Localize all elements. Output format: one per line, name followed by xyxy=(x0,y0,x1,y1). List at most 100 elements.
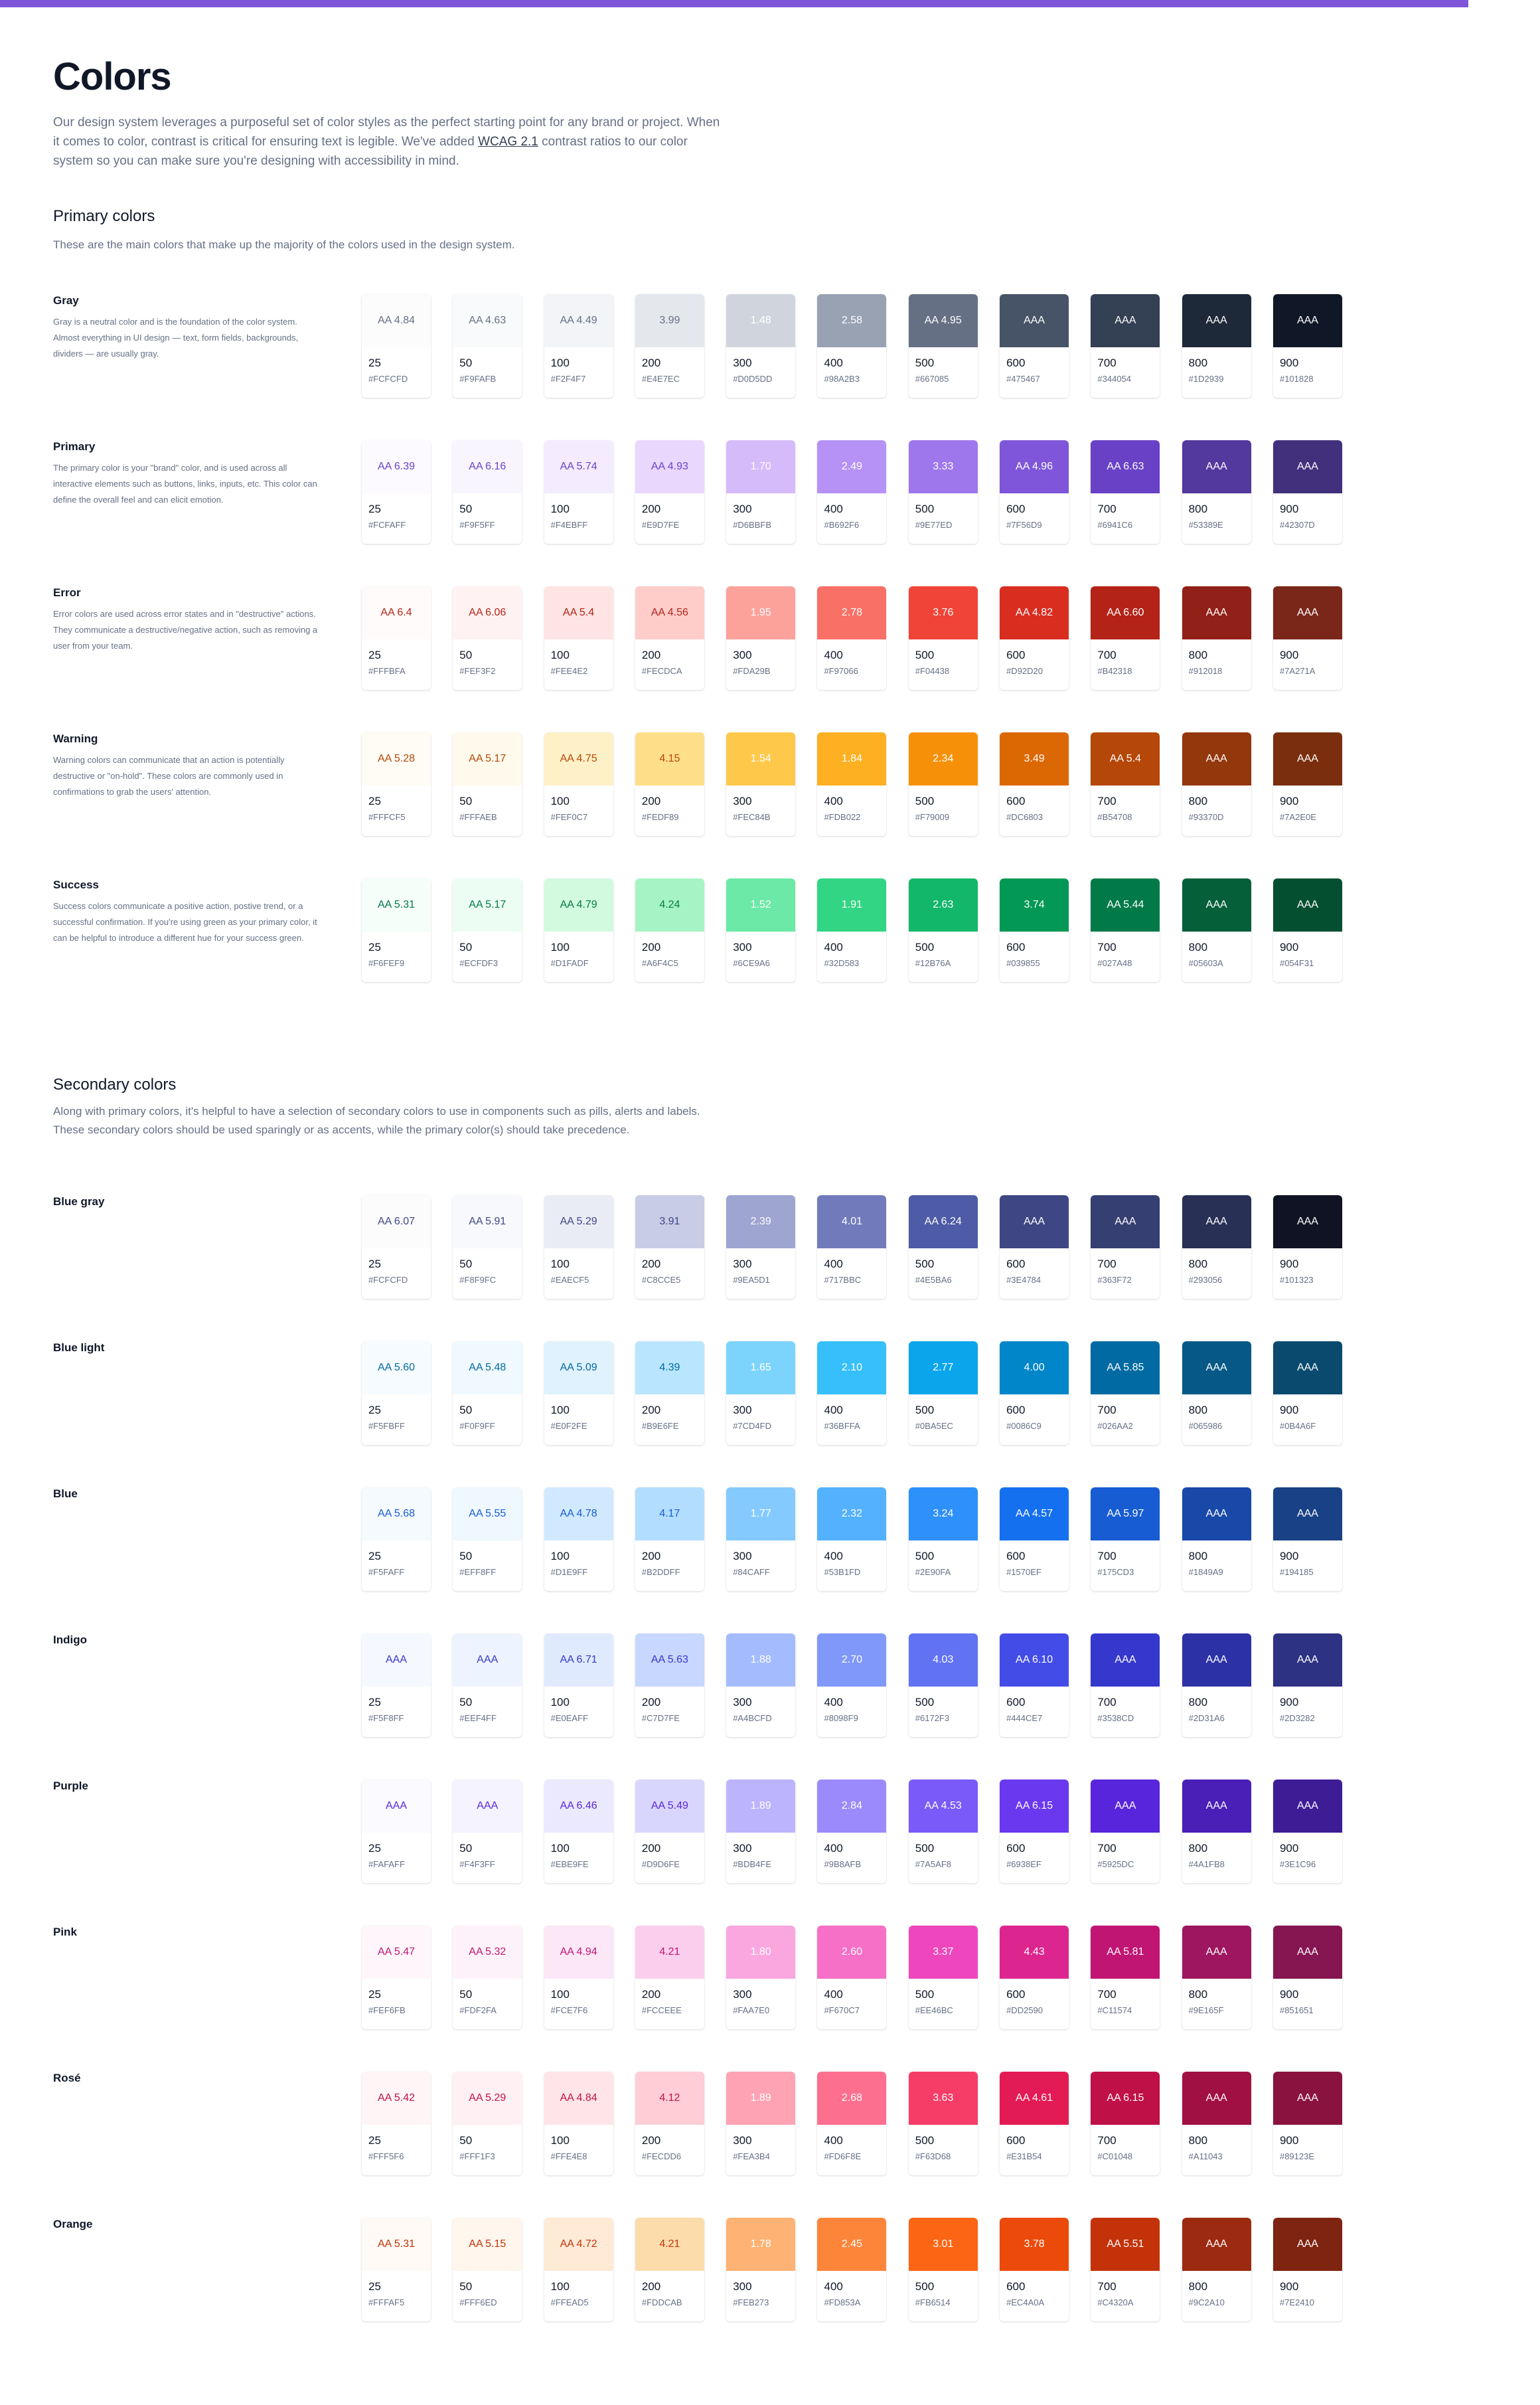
swatch-success-500[interactable]: 2.63 500 #12B76A xyxy=(908,878,978,982)
swatch-rose-100[interactable]: AA 4.84 100 #FFE4E8 xyxy=(544,2072,613,2175)
swatch-blue-light-300[interactable]: 1.65 300 #7CD4FD xyxy=(726,1341,796,1445)
swatch-purple-600[interactable]: AA 6.15 600 #6938EF xyxy=(1000,1780,1069,1883)
swatch-blue-gray-800[interactable]: AAA 800 #293056 xyxy=(1182,1195,1251,1299)
swatch-success-200[interactable]: 4.24 200 #A6F4C5 xyxy=(635,878,704,982)
swatch-orange-900[interactable]: AAA 900 #7E2410 xyxy=(1272,2218,1342,2321)
swatch-rose-50[interactable]: AA 5.29 50 #FFF1F3 xyxy=(453,2072,522,2175)
swatch-pink-600[interactable]: 4.43 600 #DD2590 xyxy=(1000,1926,1069,2029)
swatch-blue-gray-900[interactable]: AAA 900 #101323 xyxy=(1272,1195,1342,1299)
swatch-success-900[interactable]: AAA 900 #054F31 xyxy=(1272,878,1342,982)
swatch-blue-700[interactable]: AA 5.97 700 #175CD3 xyxy=(1091,1487,1160,1591)
swatch-blue-gray-300[interactable]: 2.39 300 #9EA5D1 xyxy=(726,1195,796,1299)
swatch-indigo-600[interactable]: AA 6.10 600 #444CE7 xyxy=(1000,1633,1069,1737)
swatch-purple-400[interactable]: 2.84 400 #9B8AFB xyxy=(817,1780,887,1883)
swatch-blue-gray-50[interactable]: AA 5.91 50 #F8F9FC xyxy=(453,1195,522,1299)
swatch-error-500[interactable]: 3.76 500 #F04438 xyxy=(908,586,978,690)
swatch-pink-100[interactable]: AA 4.94 100 #FCE7F6 xyxy=(544,1926,613,2029)
swatch-indigo-700[interactable]: AAA 700 #3538CD xyxy=(1091,1633,1160,1737)
swatch-pink-500[interactable]: 3.37 500 #EE46BC xyxy=(908,1926,978,2029)
swatch-purple-900[interactable]: AAA 900 #3E1C96 xyxy=(1272,1780,1342,1883)
swatch-blue-600[interactable]: AA 4.57 600 #1570EF xyxy=(1000,1487,1069,1591)
swatch-primary-300[interactable]: 1.70 300 #D6BBFB xyxy=(726,440,796,544)
swatch-primary-900[interactable]: AAA 900 #42307D xyxy=(1272,440,1342,544)
swatch-error-300[interactable]: 1.95 300 #FDA29B xyxy=(726,586,796,690)
swatch-purple-300[interactable]: 1.89 300 #BDB4FE xyxy=(726,1780,796,1883)
swatch-rose-400[interactable]: 2.68 400 #FD6F8E xyxy=(817,2072,887,2175)
swatch-rose-500[interactable]: 3.63 500 #F63D68 xyxy=(908,2072,978,2175)
swatch-pink-700[interactable]: AA 5.81 700 #C11574 xyxy=(1091,1926,1160,2029)
swatch-gray-600[interactable]: AAA 600 #475467 xyxy=(1000,294,1069,398)
swatch-blue-light-200[interactable]: 4.39 200 #B9E6FE xyxy=(635,1341,704,1445)
swatch-pink-300[interactable]: 1.80 300 #FAA7E0 xyxy=(726,1926,796,2029)
swatch-indigo-900[interactable]: AAA 900 #2D3282 xyxy=(1272,1633,1342,1737)
swatch-blue-gray-100[interactable]: AA 5.29 100 #EAECF5 xyxy=(544,1195,613,1299)
swatch-success-300[interactable]: 1.52 300 #6CE9A6 xyxy=(726,878,796,982)
swatch-indigo-800[interactable]: AAA 800 #2D31A6 xyxy=(1182,1633,1251,1737)
swatch-blue-200[interactable]: 4.17 200 #B2DDFF xyxy=(635,1487,704,1591)
swatch-error-100[interactable]: AA 5.4 100 #FEE4E2 xyxy=(544,586,613,690)
swatch-warning-50[interactable]: AA 5.17 50 #FFFAEB xyxy=(453,732,522,836)
swatch-warning-300[interactable]: 1.54 300 #FEC84B xyxy=(726,732,796,836)
swatch-orange-100[interactable]: AA 4.72 100 #FFEAD5 xyxy=(544,2218,613,2321)
swatch-gray-700[interactable]: AAA 700 #344054 xyxy=(1091,294,1160,398)
swatch-indigo-100[interactable]: AA 6.71 100 #E0EAFF xyxy=(544,1633,613,1737)
swatch-primary-700[interactable]: AA 6.63 700 #6941C6 xyxy=(1091,440,1160,544)
swatch-gray-50[interactable]: AA 4.63 50 #F9FAFB xyxy=(453,294,522,398)
swatch-error-900[interactable]: AAA 900 #7A271A xyxy=(1272,586,1342,690)
swatch-error-200[interactable]: AA 4.56 200 #FECDCA xyxy=(635,586,704,690)
swatch-primary-500[interactable]: 3.33 500 #9E77ED xyxy=(908,440,978,544)
swatch-success-600[interactable]: 3.74 600 #039855 xyxy=(1000,878,1069,982)
swatch-orange-600[interactable]: 3.78 600 #EC4A0A xyxy=(1000,2218,1069,2321)
swatch-blue-light-100[interactable]: AA 5.09 100 #E0F2FE xyxy=(544,1341,613,1445)
swatch-primary-400[interactable]: 2.49 400 #B692F6 xyxy=(817,440,887,544)
swatch-primary-100[interactable]: AA 5.74 100 #F4EBFF xyxy=(544,440,613,544)
swatch-warning-400[interactable]: 1.84 400 #FDB022 xyxy=(817,732,887,836)
swatch-orange-500[interactable]: 3.01 500 #FB6514 xyxy=(908,2218,978,2321)
swatch-purple-100[interactable]: AA 6.46 100 #EBE9FE xyxy=(544,1780,613,1883)
swatch-blue-light-800[interactable]: AAA 800 #065986 xyxy=(1182,1341,1251,1445)
swatch-primary-600[interactable]: AA 4.96 600 #7F56D9 xyxy=(1000,440,1069,544)
swatch-blue-800[interactable]: AAA 800 #1849A9 xyxy=(1182,1487,1251,1591)
swatch-error-800[interactable]: AAA 800 #912018 xyxy=(1182,586,1251,690)
swatch-blue-light-25[interactable]: AA 5.60 25 #F5FBFF xyxy=(362,1341,431,1445)
swatch-purple-50[interactable]: AAA 50 #F4F3FF xyxy=(453,1780,522,1883)
swatch-indigo-200[interactable]: AA 5.63 200 #C7D7FE xyxy=(635,1633,704,1737)
swatch-blue-500[interactable]: 3.24 500 #2E90FA xyxy=(908,1487,978,1591)
swatch-blue-900[interactable]: AAA 900 #194185 xyxy=(1272,1487,1342,1591)
swatch-warning-500[interactable]: 2.34 500 #F79009 xyxy=(908,732,978,836)
swatch-success-400[interactable]: 1.91 400 #32D583 xyxy=(817,878,887,982)
swatch-success-100[interactable]: AA 4.79 100 #D1FADF xyxy=(544,878,613,982)
swatch-warning-700[interactable]: AA 5.4 700 #B54708 xyxy=(1091,732,1160,836)
swatch-warning-900[interactable]: AAA 900 #7A2E0E xyxy=(1272,732,1342,836)
swatch-pink-800[interactable]: AAA 800 #9E165F xyxy=(1182,1926,1251,2029)
swatch-pink-50[interactable]: AA 5.32 50 #FDF2FA xyxy=(453,1926,522,2029)
swatch-success-700[interactable]: AA 5.44 700 #027A48 xyxy=(1091,878,1160,982)
swatch-rose-200[interactable]: 4.12 200 #FECDD6 xyxy=(635,2072,704,2175)
swatch-purple-500[interactable]: AA 4.53 500 #7A5AF8 xyxy=(908,1780,978,1883)
swatch-warning-25[interactable]: AA 5.28 25 #FFFCF5 xyxy=(362,732,431,836)
swatch-blue-light-500[interactable]: 2.77 500 #0BA5EC xyxy=(908,1341,978,1445)
swatch-blue-light-400[interactable]: 2.10 400 #36BFFA xyxy=(817,1341,887,1445)
swatch-blue-100[interactable]: AA 4.78 100 #D1E9FF xyxy=(544,1487,613,1591)
swatch-rose-25[interactable]: AA 5.42 25 #FFF5F6 xyxy=(362,2072,431,2175)
swatch-gray-800[interactable]: AAA 800 #1D2939 xyxy=(1182,294,1251,398)
swatch-indigo-500[interactable]: 4.03 500 #6172F3 xyxy=(908,1633,978,1737)
swatch-gray-300[interactable]: 1.48 300 #D0D5DD xyxy=(726,294,796,398)
swatch-orange-400[interactable]: 2.45 400 #FD853A xyxy=(817,2218,887,2321)
swatch-orange-50[interactable]: AA 5.15 50 #FFF6ED xyxy=(453,2218,522,2321)
swatch-blue-gray-25[interactable]: AA 6.07 25 #FCFCFD xyxy=(362,1195,431,1299)
swatch-blue-400[interactable]: 2.32 400 #53B1FD xyxy=(817,1487,887,1591)
swatch-error-25[interactable]: AA 6.4 25 #FFFBFA xyxy=(362,586,431,690)
swatch-blue-gray-200[interactable]: 3.91 200 #C8CCE5 xyxy=(635,1195,704,1299)
swatch-pink-900[interactable]: AAA 900 #851651 xyxy=(1272,1926,1342,2029)
swatch-warning-200[interactable]: 4.15 200 #FEDF89 xyxy=(635,732,704,836)
swatch-indigo-25[interactable]: AAA 25 #F5F8FF xyxy=(362,1633,431,1737)
swatch-gray-400[interactable]: 2.58 400 #98A2B3 xyxy=(817,294,887,398)
swatch-warning-100[interactable]: AA 4.75 100 #FEF0C7 xyxy=(544,732,613,836)
swatch-success-800[interactable]: AAA 800 #05603A xyxy=(1182,878,1251,982)
swatch-purple-25[interactable]: AAA 25 #FAFAFF xyxy=(362,1780,431,1883)
swatch-blue-gray-500[interactable]: AA 6.24 500 #4E5BA6 xyxy=(908,1195,978,1299)
swatch-pink-400[interactable]: 2.60 400 #F670C7 xyxy=(817,1926,887,2029)
swatch-blue-light-900[interactable]: AAA 900 #0B4A6F xyxy=(1272,1341,1342,1445)
swatch-warning-600[interactable]: 3.49 600 #DC6803 xyxy=(1000,732,1069,836)
